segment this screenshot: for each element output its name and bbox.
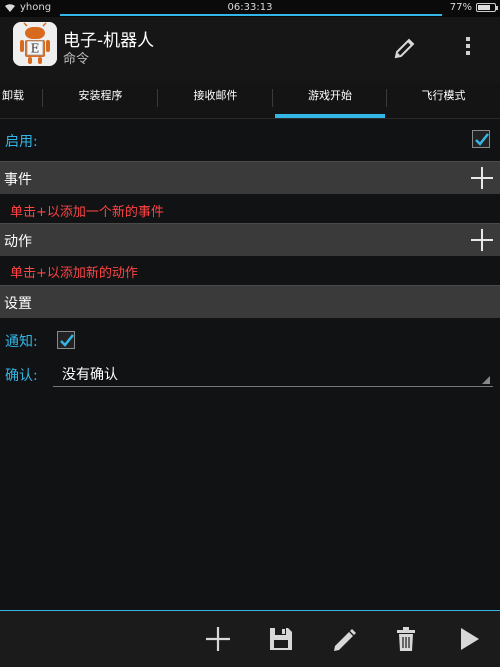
tab-label: 飞行模式	[421, 89, 466, 102]
battery-icon	[476, 3, 498, 12]
clock: 06:33:13	[227, 2, 273, 13]
battery-fill	[478, 5, 491, 10]
battery-percent: 77%	[449, 2, 472, 13]
overflow-menu-icon[interactable]	[454, 32, 482, 60]
edit-icon[interactable]	[330, 625, 358, 653]
app-icon-letter: E	[31, 42, 40, 56]
tab-label: 游戏开始	[308, 89, 352, 102]
save-icon[interactable]	[267, 625, 295, 653]
actions-title: 动作	[4, 234, 32, 250]
settings-title: 设置	[4, 296, 32, 312]
tab-label: 卸载	[2, 89, 24, 102]
android-robot-icon: E	[13, 22, 57, 66]
loading-line	[60, 14, 442, 16]
tab-selected-indicator	[275, 114, 385, 118]
tab-bar: 卸载 安装程序 接收邮件 游戏开始 飞行模式	[0, 83, 500, 119]
bottom-toolbar	[0, 611, 500, 667]
add-action-icon[interactable]	[470, 228, 494, 252]
tab-receive-mail[interactable]: 接收邮件	[158, 83, 273, 119]
checkmark-icon	[475, 133, 489, 146]
settings-section-header: 设置	[0, 285, 500, 318]
actions-section-header: 动作	[0, 223, 500, 256]
app-icon[interactable]: E	[13, 22, 57, 66]
enable-row: 启用:	[0, 121, 500, 161]
confirm-dropdown[interactable]: 没有确认	[53, 361, 493, 387]
actions-hint: 单击+以添加新的动作	[10, 266, 138, 281]
notify-checkbox[interactable]	[57, 331, 75, 349]
enable-checkbox[interactable]	[472, 130, 490, 148]
enable-label: 启用:	[5, 134, 38, 150]
events-title: 事件	[4, 172, 32, 188]
confirm-label: 确认:	[5, 368, 38, 384]
edit-icon[interactable]	[391, 32, 419, 60]
events-section-header: 事件	[0, 161, 500, 194]
tab-airplane-mode[interactable]: 飞行模式	[387, 83, 500, 119]
tab-install[interactable]: 安装程序	[43, 83, 158, 119]
tab-game-start[interactable]: 游戏开始	[273, 83, 387, 119]
page-subtitle: 命令	[63, 52, 90, 67]
add-event-icon[interactable]	[470, 166, 494, 190]
play-icon[interactable]	[455, 625, 483, 653]
notify-label: 通知:	[5, 334, 38, 350]
confirm-value: 没有确认	[62, 367, 118, 383]
tab-label: 接收邮件	[193, 89, 238, 102]
add-icon[interactable]	[204, 625, 232, 653]
dropdown-arrow-icon	[482, 376, 490, 384]
checkmark-icon	[60, 334, 74, 347]
tab-label: 安装程序	[78, 89, 123, 102]
events-hint: 单击+以添加一个新的事件	[10, 205, 164, 220]
action-bar: E 电子-机器人 命令	[0, 17, 500, 83]
delete-icon[interactable]	[392, 625, 420, 653]
tab-uninstall[interactable]: 卸载	[0, 83, 43, 119]
